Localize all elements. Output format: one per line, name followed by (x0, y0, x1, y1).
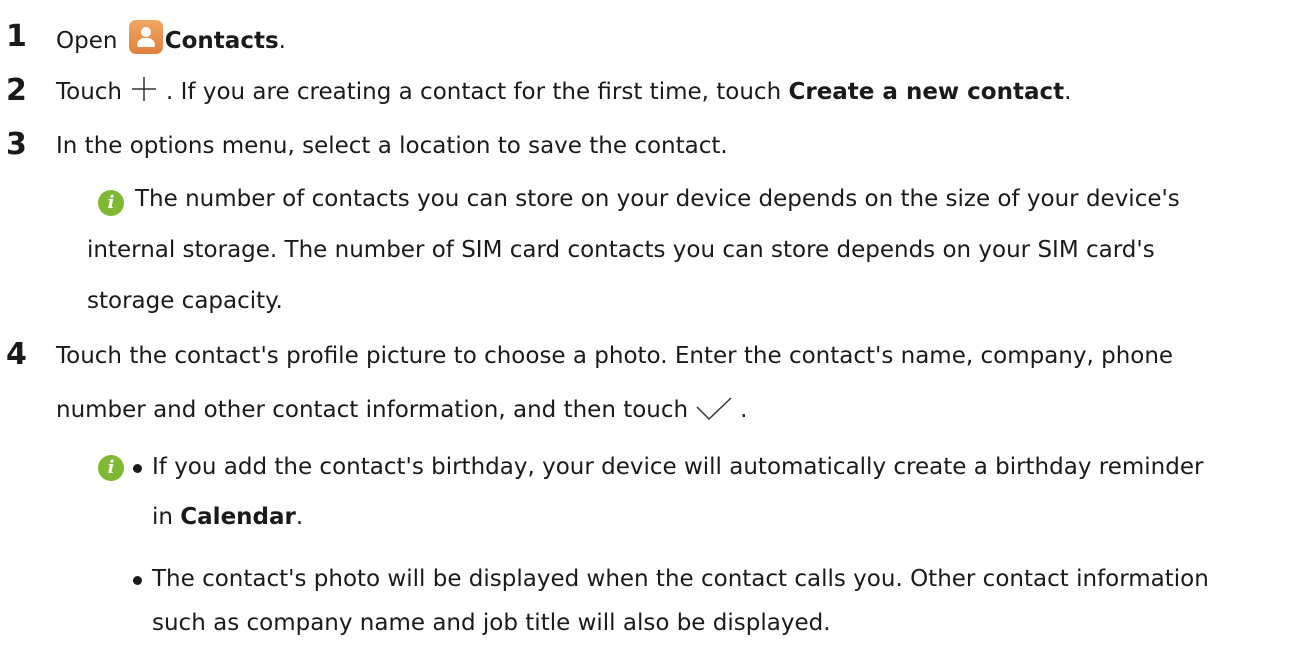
app-name: Contacts (164, 28, 279, 54)
step-number: 1 (6, 19, 27, 54)
calendar-label: Calendar (180, 504, 296, 530)
step-1: 1 Open Contacts. (6, 19, 286, 54)
step-number: 4 (6, 337, 27, 372)
note-storage-line-2: internal storage. The number of SIM card… (87, 237, 1155, 263)
info-icon: i (98, 455, 124, 481)
info-icon: i (98, 190, 124, 216)
checkmark-icon (696, 397, 732, 421)
step-text: Open (56, 28, 125, 54)
contacts-app-icon (128, 20, 163, 54)
note-birthday-line-2: in Calendar. (152, 504, 304, 530)
instruction-page: 1 Open Contacts. 2 Touch. If you are creat… (0, 0, 1309, 662)
step-number: 3 (6, 127, 27, 162)
bullet-icon (133, 464, 142, 473)
step-number: 2 (6, 73, 27, 108)
step-3: 3 In the options menu, select a location … (6, 128, 728, 163)
bullet-icon (133, 576, 142, 585)
create-contact-label: Create a new contact (788, 79, 1065, 105)
plus-icon (132, 77, 157, 101)
note-storage-line-3: storage capacity. (87, 288, 283, 314)
step-4: 4 Touch the contact's profile picture to … (6, 338, 1173, 373)
step-4-continued: number and other contact information, an… (56, 397, 748, 423)
step-text: In the options menu, select a location t… (56, 133, 728, 159)
note-photo-line-2: such as company name and job title will … (152, 610, 831, 636)
step-2: 2 Touch. If you are creating a contact fo… (6, 73, 1072, 108)
note-photo-line-1: The contact's photo will be displayed wh… (152, 566, 1209, 592)
note-storage-line-1: The number of contacts you can store on … (135, 186, 1180, 212)
step-text: Touch (56, 79, 123, 105)
note-birthday-line-1: If you add the contact's birthday, your … (152, 454, 1204, 480)
step-text: Touch the contact's profile picture to c… (56, 343, 1174, 369)
